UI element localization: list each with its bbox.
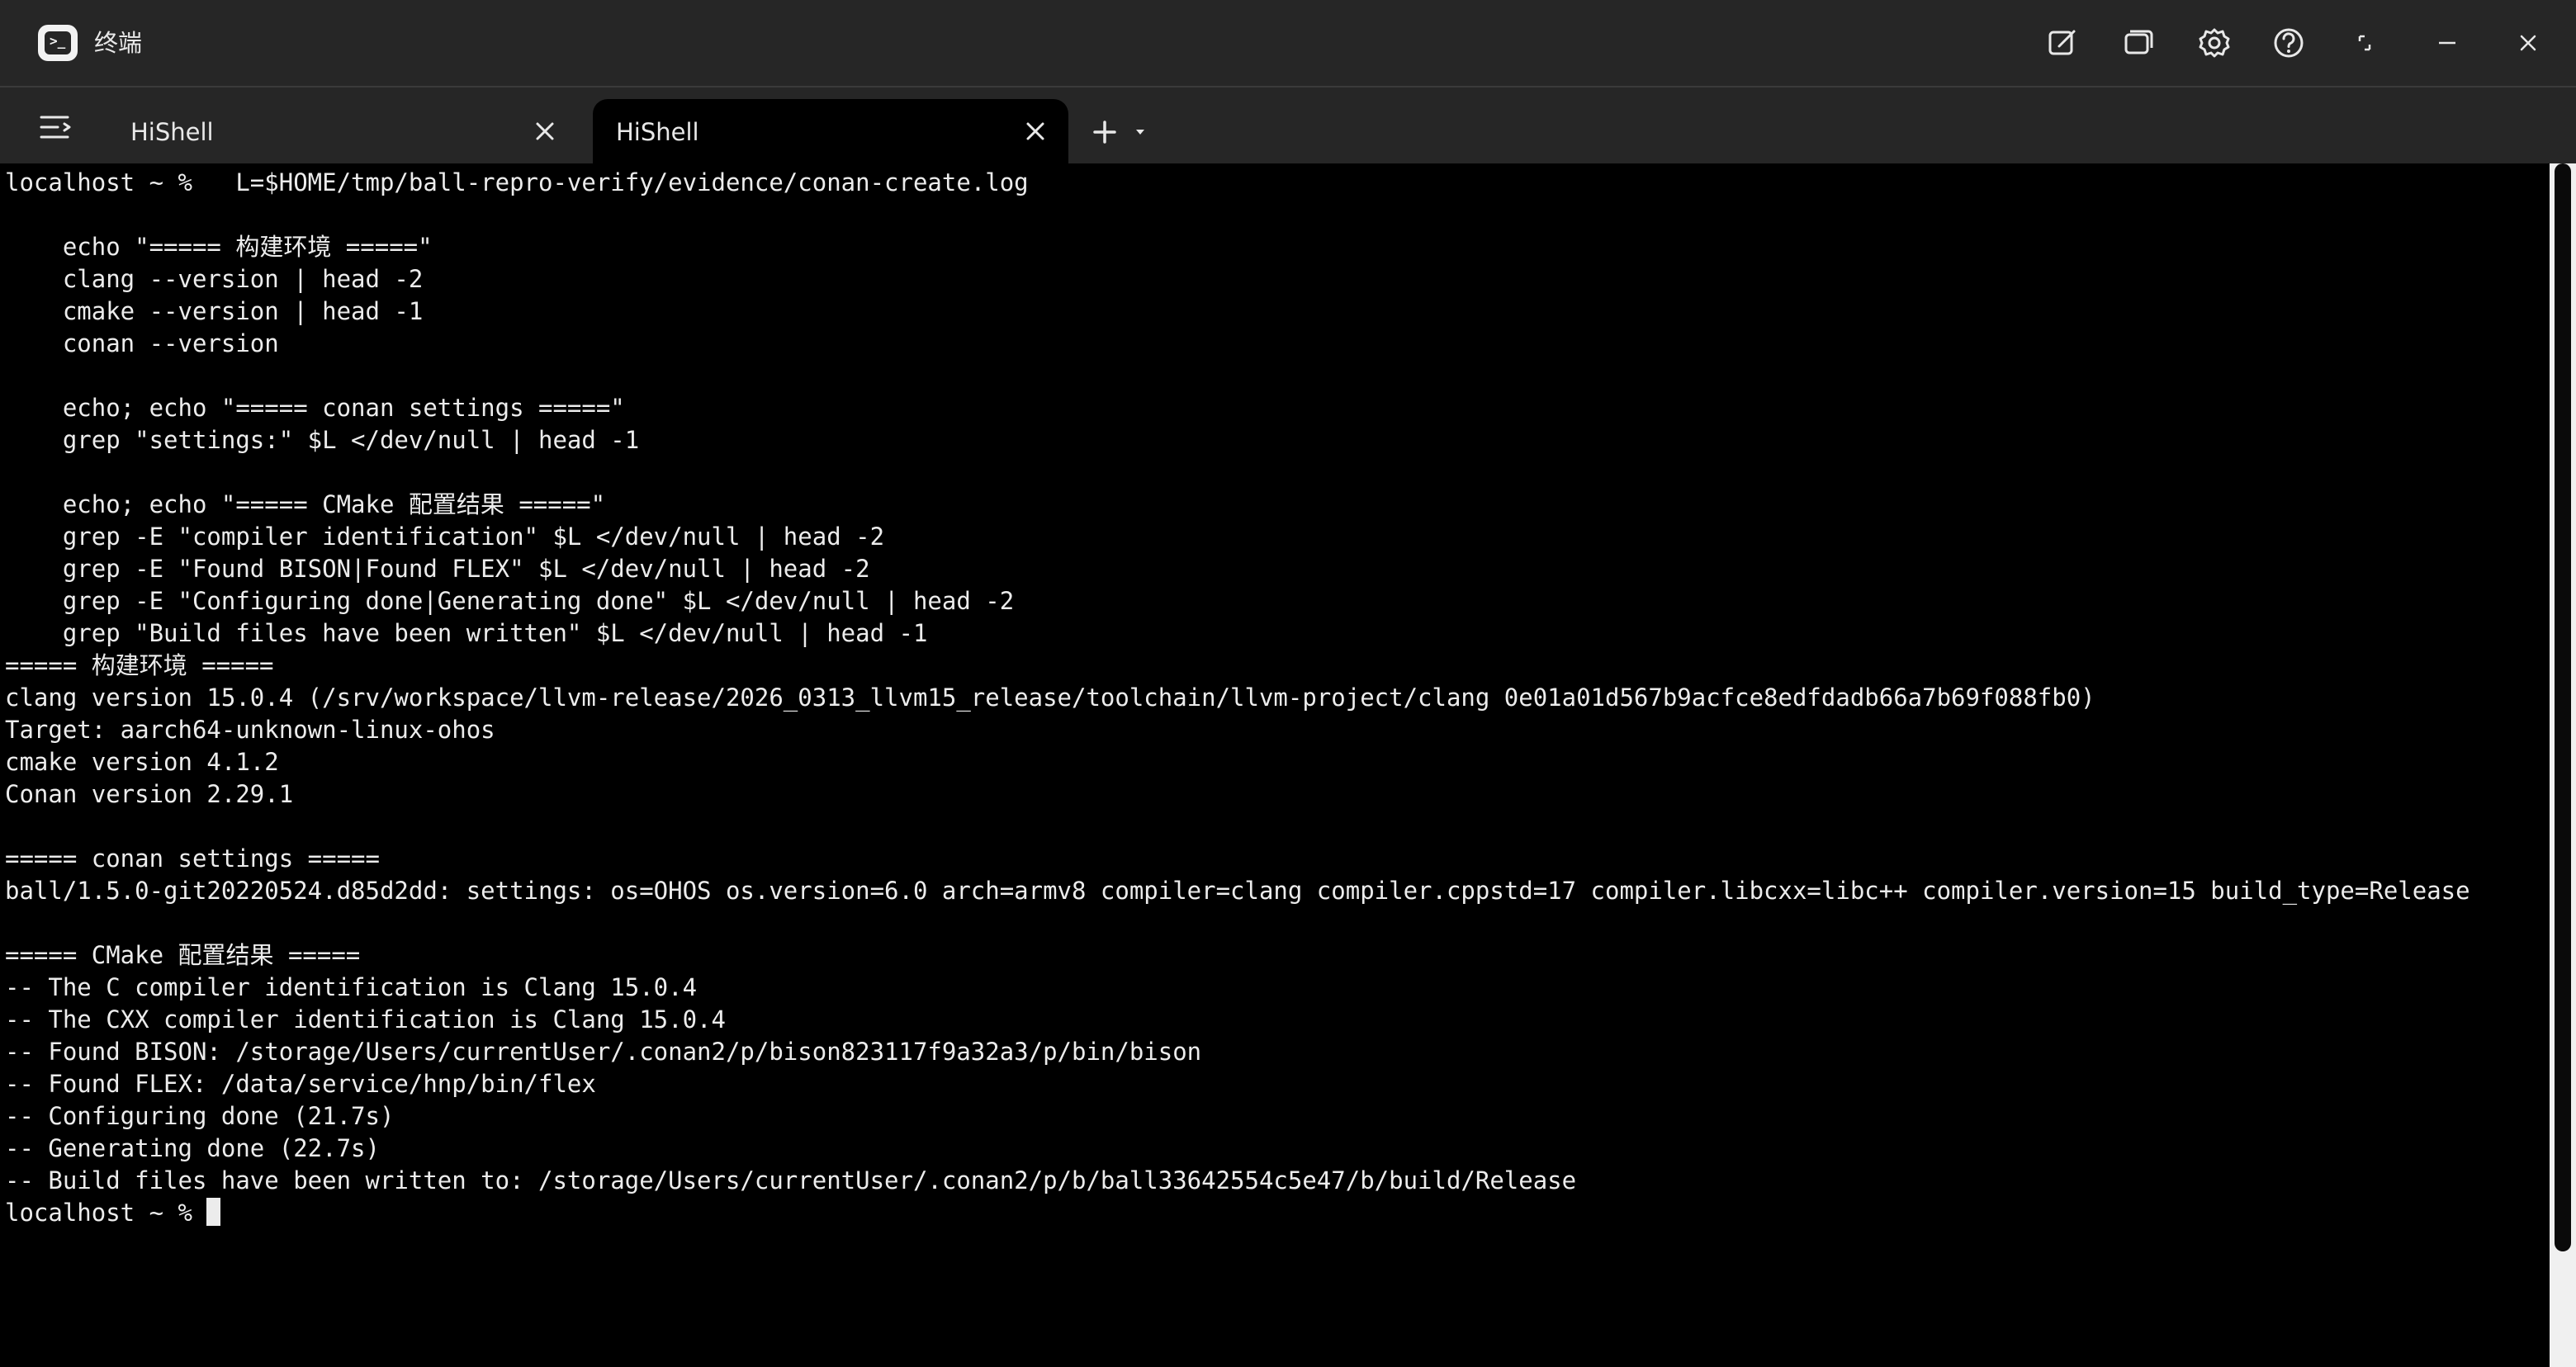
terminal-line: grep -E "Configuring done|Generating don… bbox=[5, 587, 1015, 615]
divider bbox=[0, 86, 2576, 88]
terminal-line: cmake version 4.1.2 bbox=[5, 748, 279, 776]
terminal-line: ===== conan settings ===== bbox=[5, 844, 380, 873]
terminal-line: ===== 构建环境 ===== bbox=[5, 651, 274, 679]
terminal-line: clang version 15.0.4 (/srv/workspace/llv… bbox=[5, 684, 2095, 712]
menu-icon[interactable] bbox=[36, 107, 76, 147]
terminal-window: >_ 终端 HiShell HiShell localhost ~ % L=$H… bbox=[0, 0, 2576, 1367]
tab-close-icon[interactable] bbox=[527, 113, 563, 149]
terminal-app-icon: >_ bbox=[38, 25, 78, 61]
terminal-line: clang --version | head -2 bbox=[5, 265, 424, 293]
terminal-line: -- Configuring done (21.7s) bbox=[5, 1102, 395, 1130]
settings-gear-icon[interactable] bbox=[2193, 21, 2236, 64]
terminal-line: -- Found FLEX: /data/service/hnp/bin/fle… bbox=[5, 1070, 596, 1098]
terminal-line: -- The C compiler identification is Clan… bbox=[5, 973, 698, 1001]
terminal-line: localhost ~ % L=$HOME/tmp/ball-repro-ver… bbox=[5, 168, 1029, 196]
terminal-line: echo; echo "===== conan settings =====" bbox=[5, 394, 625, 422]
terminal-line: grep -E "compiler identification" $L </d… bbox=[5, 523, 885, 551]
terminal-line: echo "===== 构建环境 =====" bbox=[5, 233, 433, 261]
tab-label: HiShell bbox=[130, 118, 214, 146]
title-bar bbox=[0, 0, 2576, 86]
tab-label: HiShell bbox=[616, 118, 699, 146]
new-window-icon[interactable] bbox=[2041, 21, 2084, 64]
terminal-line: ball/1.5.0-git20220524.d85d2dd: settings… bbox=[5, 877, 2470, 905]
terminal-prompt: localhost ~ % bbox=[5, 1199, 207, 1227]
tab-close-icon[interactable] bbox=[1017, 113, 1054, 149]
terminal-line: Conan version 2.29.1 bbox=[5, 780, 294, 808]
text-cursor bbox=[206, 1198, 221, 1226]
terminal-line: echo; echo "===== CMake 配置结果 =====" bbox=[5, 490, 606, 518]
help-icon[interactable] bbox=[2267, 21, 2310, 64]
close-icon[interactable] bbox=[2507, 21, 2550, 64]
terminal-line: grep "settings:" $L </dev/null | head -1 bbox=[5, 426, 640, 454]
terminal-line: conan --version bbox=[5, 329, 279, 357]
terminal-line: -- Build files have been written to: /st… bbox=[5, 1166, 1577, 1194]
terminal-line: ===== CMake 配置结果 ===== bbox=[5, 941, 361, 969]
window-title: 终端 bbox=[94, 29, 143, 57]
terminal-line: -- Found BISON: /storage/Users/currentUs… bbox=[5, 1038, 1202, 1066]
multi-window-icon[interactable] bbox=[2117, 21, 2160, 64]
restore-icon[interactable] bbox=[2343, 21, 2386, 64]
terminal-line: cmake --version | head -1 bbox=[5, 297, 424, 325]
terminal-line: grep "Build files have been written" $L … bbox=[5, 619, 928, 647]
tab-hishell-2[interactable]: HiShell bbox=[593, 99, 1068, 163]
terminal-line: -- Generating done (22.7s) bbox=[5, 1134, 380, 1162]
terminal-line: grep -E "Found BISON|Found FLEX" $L </de… bbox=[5, 555, 870, 583]
minimize-icon[interactable] bbox=[2426, 21, 2469, 64]
terminal-line: Target: aarch64-unknown-linux-ohos bbox=[5, 716, 495, 744]
terminal-output[interactable]: localhost ~ % L=$HOME/tmp/ball-repro-ver… bbox=[0, 163, 2550, 1367]
scrollbar-thumb[interactable] bbox=[2555, 163, 2571, 1251]
new-tab-button[interactable] bbox=[1085, 112, 1151, 152]
terminal-line: -- The CXX compiler identification is Cl… bbox=[5, 1005, 726, 1034]
tab-hishell-1[interactable]: HiShell bbox=[107, 99, 578, 163]
